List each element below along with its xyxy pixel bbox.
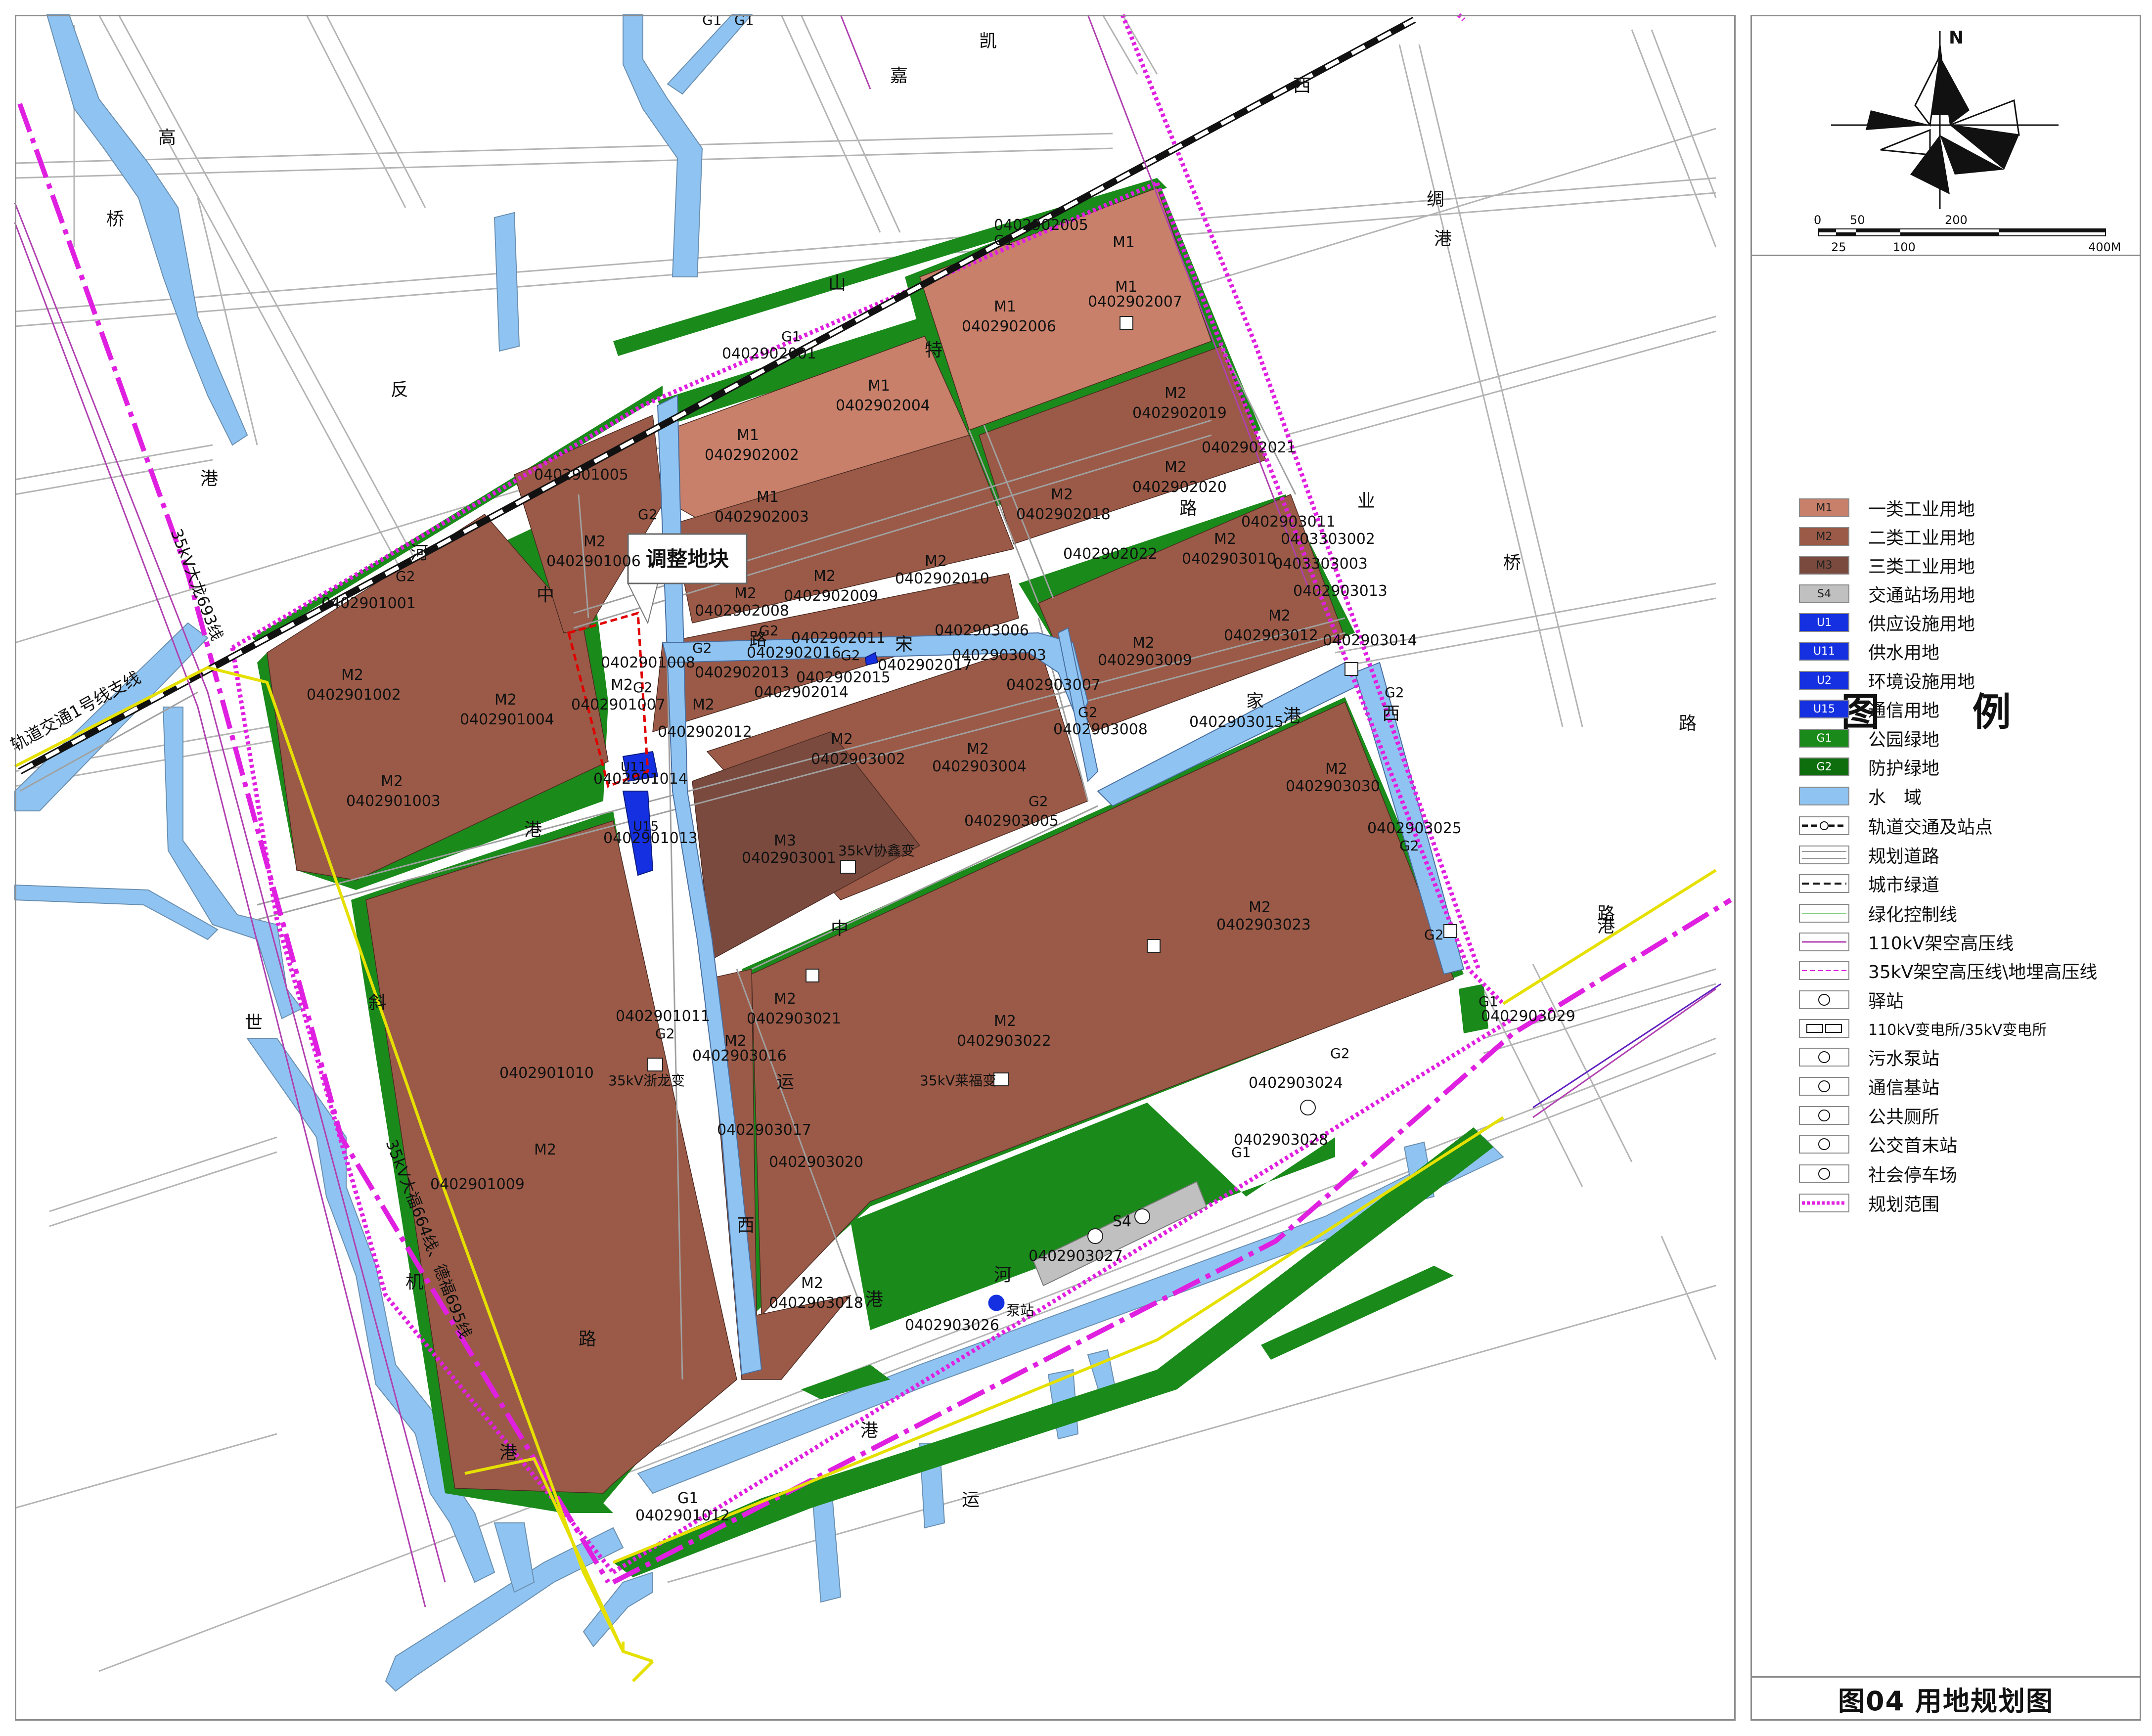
legend-swatch bbox=[1799, 816, 1849, 835]
legend-item: 轨道交通及站点 bbox=[1799, 814, 1993, 838]
legend-item: 社会停车场 bbox=[1799, 1162, 1957, 1186]
legend-swatch: U11 bbox=[1799, 642, 1849, 661]
legend-swatch: U2 bbox=[1799, 671, 1849, 690]
scale-label-200: 200 bbox=[1945, 213, 1968, 227]
legend-label: 交通站场用地 bbox=[1868, 585, 1975, 606]
legend-swatch: U1 bbox=[1799, 613, 1849, 632]
scale-label-50: 50 bbox=[1850, 213, 1865, 227]
legend-item: S4 交通站场用地 bbox=[1799, 582, 1975, 606]
scale-label-0: 0 bbox=[1814, 213, 1821, 227]
legend-label: 防护绿地 bbox=[1868, 758, 1940, 779]
legend-item: 35kV架空高压线\地埋高压线 bbox=[1799, 959, 2097, 982]
legend-swatch bbox=[1799, 933, 1849, 951]
legend-label: 通信用地 bbox=[1868, 701, 1940, 721]
map-title: 图04 用地规划图 bbox=[1838, 1685, 2054, 1717]
map-frame bbox=[15, 15, 1736, 1721]
legend-item: G1 公园绿地 bbox=[1799, 726, 1939, 750]
legend-swatch: M1 bbox=[1799, 498, 1849, 517]
legend-label: 110kV变电所/35kV变电所 bbox=[1868, 1022, 2047, 1039]
scale-bar bbox=[1818, 228, 2106, 236]
legend-label: 供水用地 bbox=[1868, 643, 1940, 663]
legend-item: 公共厕所 bbox=[1799, 1104, 1939, 1127]
legend-label: 轨道交通及站点 bbox=[1868, 817, 1993, 838]
legend-item: 规划道路 bbox=[1799, 843, 1939, 867]
legend-label: 水 域 bbox=[1868, 788, 1922, 808]
legend-swatch: S4 bbox=[1799, 584, 1849, 603]
legend-label: 城市绿道 bbox=[1868, 875, 1940, 895]
legend-item: U1 供应设施用地 bbox=[1799, 611, 1975, 634]
legend-swatch bbox=[1799, 904, 1849, 923]
legend-item: M2 二类工业用地 bbox=[1799, 525, 1975, 548]
compass-rose-icon bbox=[1831, 31, 2059, 209]
legend-item: M1 一类工业用地 bbox=[1799, 496, 1975, 520]
legend-label: 公园绿地 bbox=[1868, 730, 1940, 750]
legend-panel: 图 例 M1 一类工业用地 M2 二类工业用地 M3 三类工业用地 S4 交通站场用地 U1 供应… bbox=[1750, 255, 2141, 1679]
legend-label: 公交首末站 bbox=[1868, 1136, 1958, 1156]
scale-label-100: 100 bbox=[1893, 240, 1916, 254]
legend-swatch: M2 bbox=[1799, 527, 1849, 546]
legend-label: 公共厕所 bbox=[1868, 1107, 1940, 1127]
legend-item: G2 防护绿地 bbox=[1799, 755, 1939, 779]
legend-swatch bbox=[1799, 1164, 1849, 1183]
legend-item: 驿站 bbox=[1799, 988, 1904, 1012]
legend-label: 三类工业用地 bbox=[1868, 557, 1975, 577]
legend-item: U2 环境设施用地 bbox=[1799, 668, 1975, 692]
scale-label-25: 25 bbox=[1831, 240, 1846, 254]
legend-item: 绿化控制线 bbox=[1799, 901, 1957, 925]
legend-item: 规划范围 bbox=[1799, 1191, 1939, 1215]
legend-item: 110kV变电所/35kV变电所 bbox=[1799, 1017, 2047, 1040]
legend-label: 110kV架空高压线 bbox=[1868, 934, 2014, 954]
legend-swatch bbox=[1799, 1194, 1849, 1212]
legend-item: 公交首末站 bbox=[1799, 1132, 1957, 1156]
legend-item: U15 通信用地 bbox=[1799, 697, 1939, 721]
legend-swatch bbox=[1799, 1077, 1849, 1096]
legend-label: 一类工业用地 bbox=[1868, 499, 1975, 520]
legend-swatch bbox=[1799, 1135, 1849, 1154]
legend-item: 水 域 bbox=[1799, 784, 1922, 808]
legend-swatch: U15 bbox=[1799, 700, 1849, 718]
legend-item: 110kV架空高压线 bbox=[1799, 930, 2014, 954]
legend-item: 城市绿道 bbox=[1799, 872, 1939, 895]
legend-item: 污水泵站 bbox=[1799, 1045, 1939, 1069]
legend-swatch bbox=[1799, 990, 1849, 1009]
legend-label: 社会停车场 bbox=[1868, 1165, 1958, 1186]
compass-panel: N 0 50 200 25 100 400M bbox=[1750, 15, 2141, 257]
north-arrow-scale: N 0 50 200 25 100 400M bbox=[1814, 28, 2121, 254]
legend-item: 通信基站 bbox=[1799, 1074, 1939, 1098]
north-label: N bbox=[1949, 28, 1964, 48]
legend-swatch bbox=[1799, 1048, 1849, 1067]
legend-item: M3 三类工业用地 bbox=[1799, 553, 1975, 577]
legend-swatch: G1 bbox=[1799, 729, 1849, 748]
title-panel: 图04 用地规划图 bbox=[1750, 1676, 2141, 1721]
legend-swatch bbox=[1799, 1106, 1849, 1125]
legend-swatch bbox=[1799, 846, 1849, 864]
scale-label-400: 400M bbox=[2088, 240, 2121, 254]
legend-label: 规划道路 bbox=[1868, 846, 1940, 867]
legend-label: 通信基站 bbox=[1868, 1078, 1940, 1098]
legend-label: 供应设施用地 bbox=[1868, 614, 1975, 634]
legend-label: 二类工业用地 bbox=[1868, 528, 1975, 548]
legend-item: U11 供水用地 bbox=[1799, 639, 1939, 663]
legend-swatch: G2 bbox=[1799, 757, 1849, 776]
legend-label: 驿站 bbox=[1868, 991, 1904, 1012]
legend-label: 35kV架空高压线\地埋高压线 bbox=[1868, 962, 2098, 982]
legend-label: 绿化控制线 bbox=[1868, 905, 1958, 925]
legend-swatch bbox=[1799, 1019, 1849, 1038]
legend-swatch bbox=[1799, 961, 1849, 980]
legend-label: 规划范围 bbox=[1868, 1195, 1940, 1215]
legend-swatch bbox=[1799, 874, 1849, 893]
legend-label: 环境设施用地 bbox=[1868, 672, 1975, 692]
legend-label: 污水泵站 bbox=[1868, 1049, 1940, 1069]
legend-swatch: M3 bbox=[1799, 556, 1849, 575]
legend-swatch bbox=[1799, 787, 1849, 805]
